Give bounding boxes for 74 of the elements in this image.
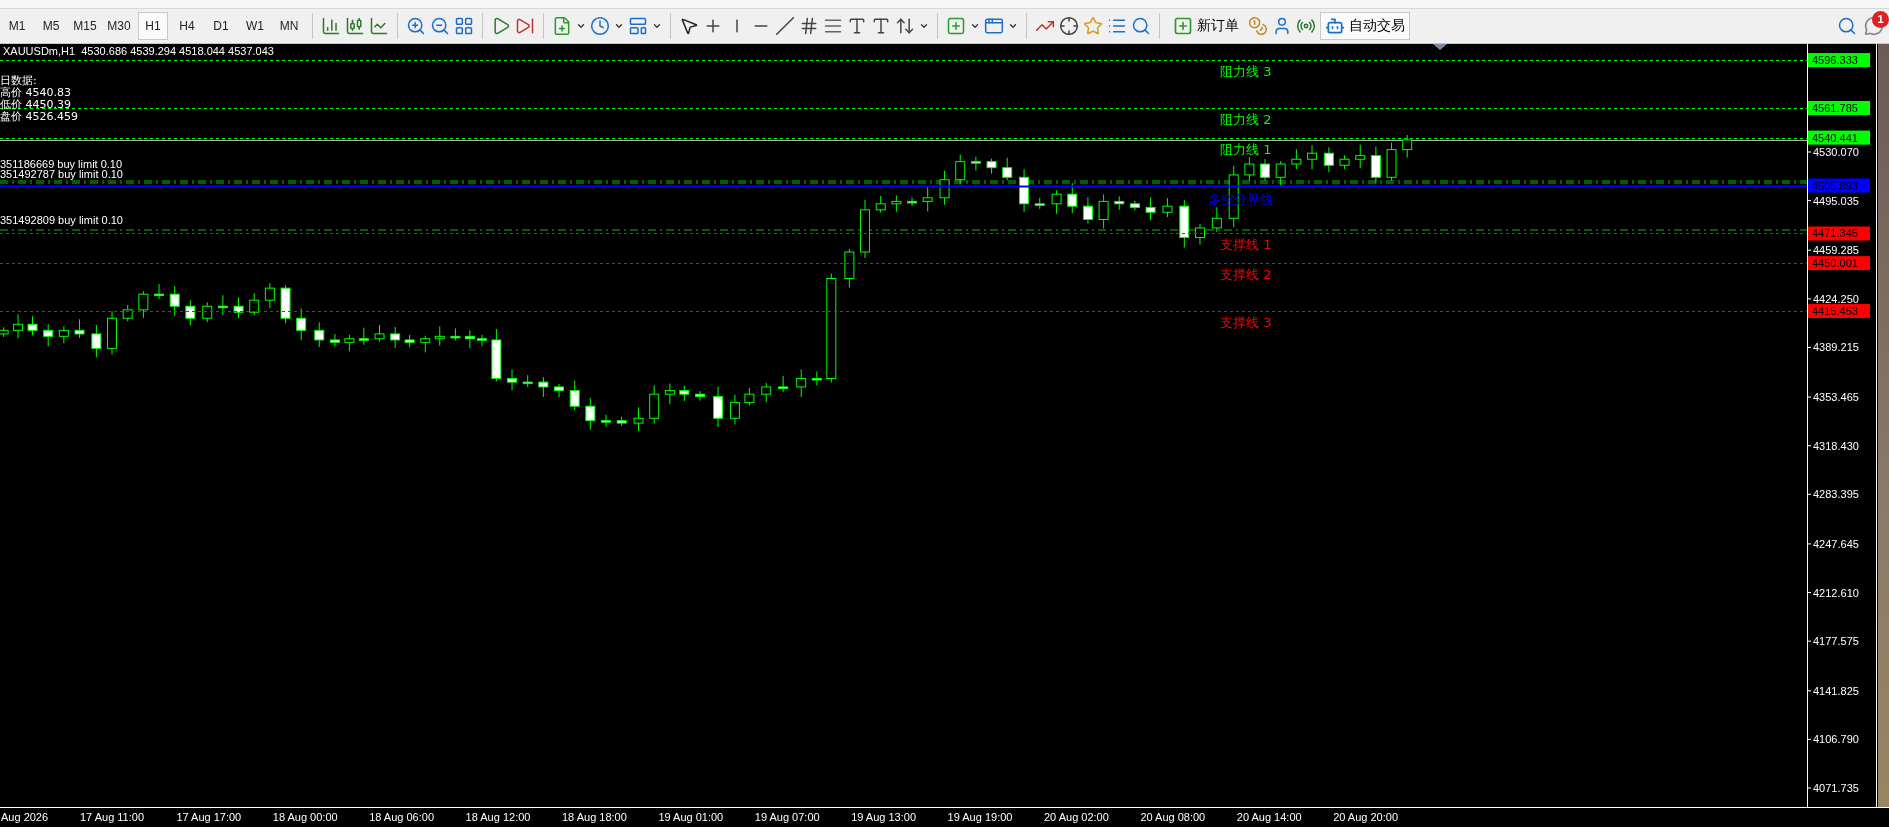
time-axis-label: 19 Aug 13:00	[851, 811, 917, 823]
tile-windows-icon[interactable]	[454, 15, 474, 36]
bar-chart-icon[interactable]	[321, 15, 341, 36]
clock-icon[interactable]	[590, 15, 610, 36]
time-axis-label: 18 Aug 06:00	[369, 811, 435, 823]
time-axis-label: 18 Aug 12:00	[465, 811, 531, 823]
timeframe-button[interactable]: H4	[172, 11, 202, 40]
price-axis-label: 4212.610	[1813, 586, 1859, 599]
time-axis-label: 20 Aug 02:00	[1044, 811, 1109, 823]
autoscroll-icon[interactable]	[491, 15, 511, 36]
timeframe-button[interactable]: D1	[206, 11, 236, 40]
template-icon[interactable]	[628, 15, 648, 36]
price-tag: 4415.453	[1808, 304, 1870, 319]
time-axis-label: 20 Aug 08:00	[1140, 811, 1206, 823]
daily-data-title: 日数据:	[0, 74, 37, 87]
time-axis-label: 19 Aug 01:00	[658, 811, 724, 823]
timeframe-button[interactable]: MN	[274, 11, 304, 40]
price-axis-label: 4106.790	[1813, 733, 1859, 746]
trend-line-icon[interactable]	[775, 15, 795, 36]
level-label: 阻力线 1	[1220, 141, 1272, 157]
price-tag: 4450.001	[1808, 256, 1870, 271]
price-axis-label: 4495.035	[1813, 194, 1859, 207]
timeframe-button[interactable]: W1	[240, 11, 270, 40]
time-axis-label: 18 Aug 00:00	[272, 811, 338, 823]
notification-badge: 1	[1872, 10, 1889, 28]
price-axis-label: 4459.285	[1813, 244, 1859, 257]
symbol-ohlc-text: XAUUSDm,H1 4530.686 4539.294 4518.044 4537.043	[3, 45, 274, 57]
time-axis-label: 19 Aug 07:00	[754, 811, 820, 823]
order-label: 351492809 buy limit 0.10	[0, 214, 123, 226]
price-axis-label: 4177.575	[1813, 635, 1859, 648]
time-axis-label: Aug 2026	[1, 811, 49, 823]
time-axis-label: 18 Aug 18:00	[562, 811, 627, 823]
line-chart-icon[interactable]	[369, 15, 389, 36]
new-order-icon	[1173, 15, 1193, 36]
level-label: 支撑线 2	[1220, 266, 1272, 282]
timeframe-button[interactable]: M1	[2, 11, 32, 40]
timeframe-button[interactable]: M5	[36, 11, 66, 40]
zoom-out-icon[interactable]	[430, 15, 450, 36]
price-axis-label: 4318.430	[1813, 439, 1859, 452]
timeframe-button[interactable]: M30	[104, 11, 134, 40]
price-axis-label: 4424.250	[1813, 292, 1859, 305]
zoom-in-icon[interactable]	[406, 15, 426, 36]
price-axis-label: 4389.215	[1813, 341, 1859, 354]
price-axis-label: 4530.070	[1813, 146, 1859, 158]
level-label: 支撑线 3	[1220, 314, 1272, 330]
time-axis-label: 19 Aug 19:00	[947, 811, 1013, 823]
price-axis-label: 4283.395	[1813, 488, 1859, 501]
level-label: 阻力线 3	[1220, 63, 1272, 79]
chat-icon[interactable]	[1864, 15, 1884, 36]
daily-data-row: 高价 4540.83	[0, 86, 71, 99]
new-order-button[interactable]: 新订单	[1168, 11, 1244, 40]
user-icon[interactable]	[1272, 15, 1292, 36]
price-axis-label: 4247.645	[1813, 537, 1859, 550]
time-axis-label: 17 Aug 11:00	[80, 811, 145, 823]
candlestick-icon[interactable]	[345, 15, 365, 36]
time-axis-label: 17 Aug 17:00	[176, 811, 242, 823]
coins-icon[interactable]	[1248, 15, 1268, 36]
timeframe-button[interactable]: H1	[138, 11, 168, 40]
price-axis-label: 4353.465	[1813, 391, 1859, 404]
timeframe-button[interactable]: M15	[70, 11, 100, 40]
time-axis-label: 20 Aug 14:00	[1236, 811, 1302, 823]
level-label: 支撑线 1	[1220, 236, 1272, 252]
search-icon[interactable]	[1837, 15, 1857, 36]
daily-data-row: 盘价 4526.459	[0, 110, 78, 123]
channel-icon[interactable]	[799, 15, 819, 36]
level-label: 阻力线 2	[1220, 111, 1272, 127]
price-tag: 4471.345	[1808, 226, 1870, 241]
price-axis-label: 4141.825	[1813, 684, 1859, 697]
price-axis-label: 4071.735	[1813, 782, 1859, 795]
order-label: 351186669 buy limit 0.10	[0, 158, 123, 170]
daily-data-row: 低价 4450.39	[0, 98, 71, 111]
price-tag: 4596.333	[1808, 53, 1870, 68]
auto-trading-button[interactable]: 自动交易	[1320, 11, 1410, 40]
time-axis-label: 20 Aug 20:00	[1333, 811, 1399, 823]
